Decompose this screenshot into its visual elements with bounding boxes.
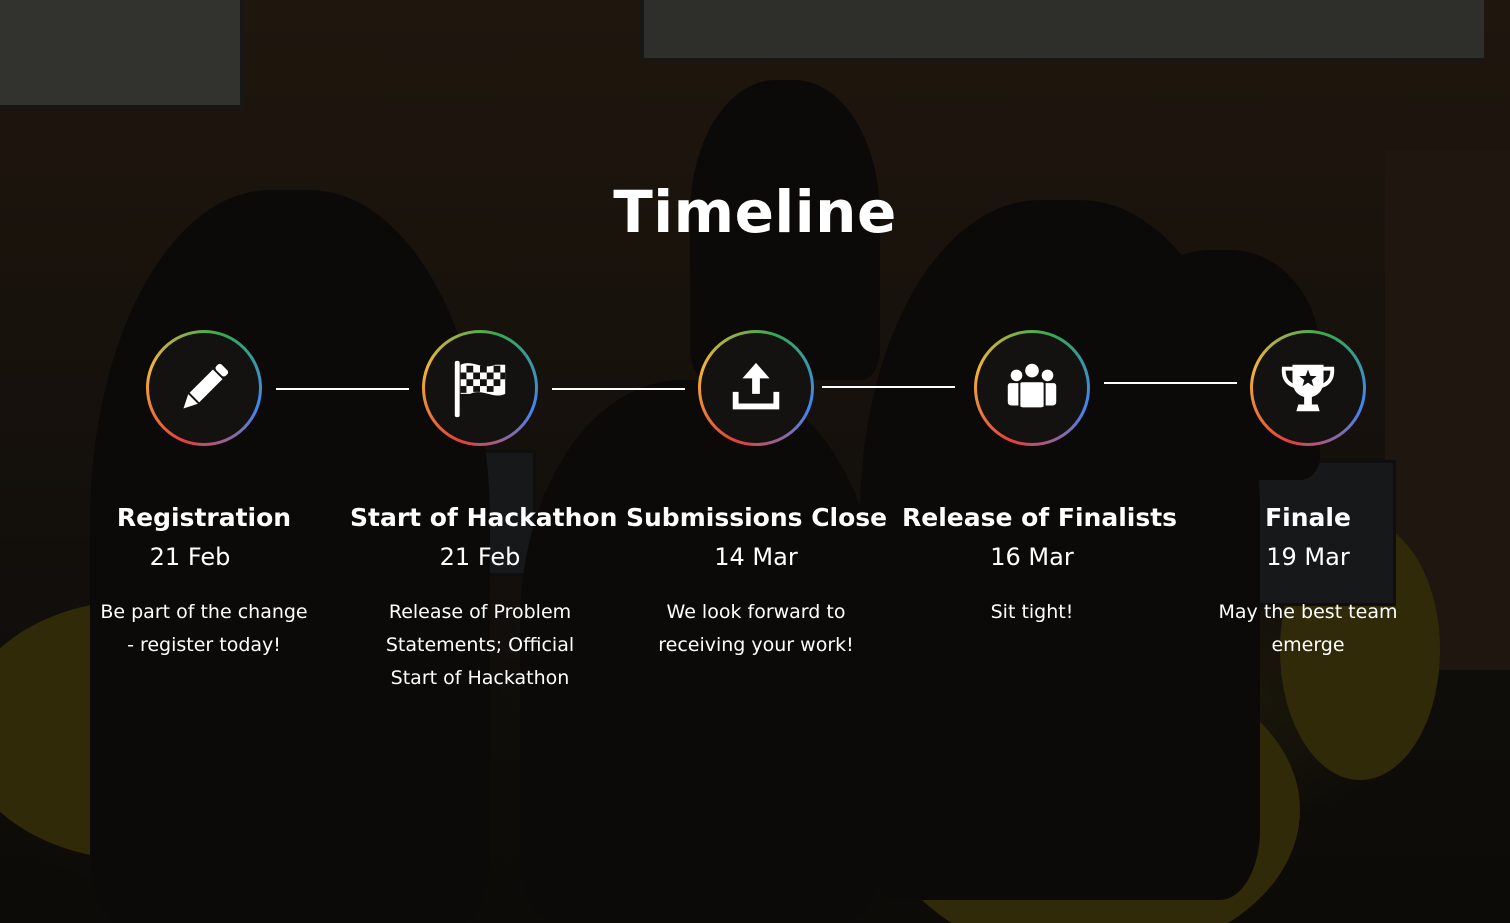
icon-ring <box>698 330 814 446</box>
step-title: Start of Hackathon <box>350 503 618 532</box>
timeline-page: Timeline Registration 21 Feb Be part of … <box>0 0 1510 923</box>
step-date: 21 Feb <box>439 543 521 571</box>
step-title: Finale <box>1265 503 1351 532</box>
step-date: 14 Mar <box>714 543 798 571</box>
step-date: 21 Feb <box>149 543 231 571</box>
group-icon <box>977 333 1087 443</box>
step-description: Sit tight! <box>990 601 1074 623</box>
icon-ring <box>974 330 1090 446</box>
step-description: We look forward to receiving your work! <box>658 601 854 656</box>
upload-icon <box>701 333 811 443</box>
page-title: Timeline <box>613 178 897 246</box>
step-date: 16 Mar <box>990 543 1074 571</box>
timeline-step-finale: Finale 19 Mar May the best team emerge <box>1178 330 1438 662</box>
trophy-icon <box>1253 333 1363 443</box>
step-date: 19 Mar <box>1266 543 1350 571</box>
icon-ring <box>422 330 538 446</box>
step-title: Registration <box>116 503 292 532</box>
checkered-flag-icon <box>425 333 535 443</box>
timeline-step-release-of-finalists: Release of Finalists 16 Mar Sit tight! <box>902 330 1178 629</box>
step-title: Release of Finalists <box>902 503 1178 532</box>
step-title: Submissions Close <box>626 503 888 532</box>
icon-ring <box>1250 330 1366 446</box>
icon-ring <box>146 330 262 446</box>
pencil-icon <box>149 333 259 443</box>
step-description: Release of Problem Statements; Official … <box>385 601 575 689</box>
step-description: Be part of the change - register today! <box>100 601 308 656</box>
timeline-step-registration: Registration 21 Feb Be part of the chang… <box>74 330 334 662</box>
timeline-step-start-of-hackathon: Start of Hackathon 21 Feb Release of Pro… <box>350 330 618 695</box>
step-description: May the best team emerge <box>1218 601 1398 656</box>
timeline-step-submissions-close: Submissions Close 14 Mar We look forward… <box>626 330 888 662</box>
